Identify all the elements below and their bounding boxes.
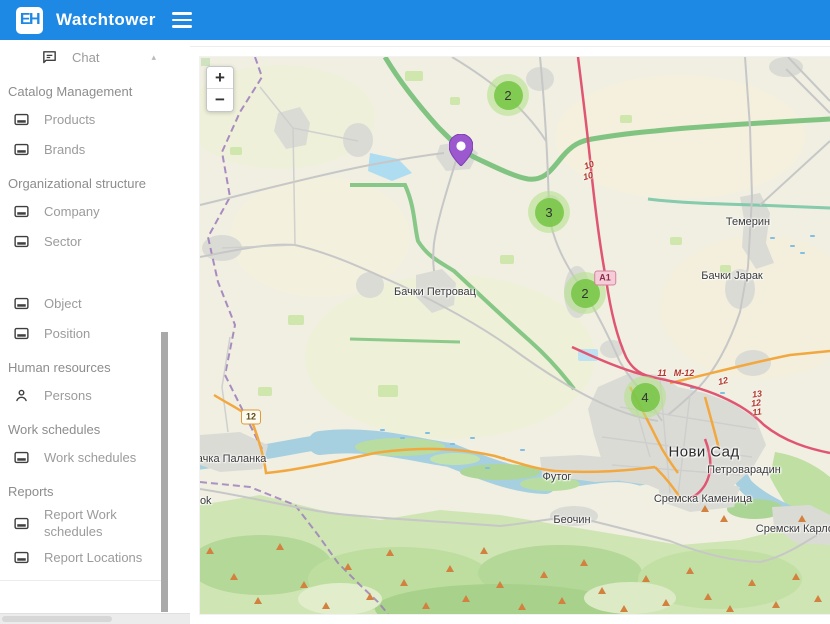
cluster-count: 3 [535, 198, 564, 227]
zoom-out-button[interactable]: − [207, 89, 233, 111]
sidebar-item-label: Work schedules [44, 449, 136, 466]
card-icon [12, 202, 30, 220]
card-icon [12, 140, 30, 158]
map-place-label: Темерин [726, 216, 770, 228]
map-place-label: Беочин [553, 514, 590, 526]
collapse-caret-icon: ▴ [151, 52, 156, 63]
sidebar-item-label: Report Locations [44, 549, 142, 566]
sidebar-item-sector[interactable]: Sector [0, 226, 190, 256]
sidebar-item-label: Object [44, 295, 82, 312]
sidebar-divider [0, 580, 168, 581]
sidebar-item-object[interactable]: Object [0, 288, 190, 318]
card-icon [12, 110, 30, 128]
map-place-label: Сремски Карловци [756, 523, 830, 535]
sidebar-item-label: Chat [72, 49, 99, 66]
cluster-count: 2 [494, 81, 523, 110]
sidebar-item-products[interactable]: Products [0, 104, 190, 134]
map-place-label: Ilok [200, 495, 212, 507]
sidebar-item-company[interactable]: Company [0, 196, 190, 226]
content-divider [190, 46, 830, 47]
sidebar-section-header: Organizational structure [0, 170, 190, 196]
chat-icon [40, 48, 58, 66]
sidebar-item-label: Sector [44, 233, 82, 250]
map-zoom-control: + − [206, 66, 234, 112]
road-number-label: 10 [582, 170, 594, 182]
sidebar-item-brands[interactable]: Brands [0, 134, 190, 164]
map-container[interactable]: 2324Бачки ПетровацТемеринБачки ЈаракНови… [200, 57, 830, 614]
location-pin[interactable] [449, 134, 473, 166]
card-icon [12, 514, 30, 532]
hamburger-menu-icon[interactable] [172, 12, 192, 28]
cluster-marker[interactable]: 2 [487, 74, 529, 116]
road-shield: 12 [241, 410, 261, 425]
map-place-label: Бачки Јарак [701, 270, 763, 282]
road-number-label: 12 [717, 375, 729, 387]
card-icon [12, 324, 30, 342]
sidebar-item-label: Brands [44, 141, 85, 158]
zoom-in-button[interactable]: + [207, 67, 233, 89]
map-place-label: Бачки Петровац [394, 286, 476, 298]
sidebar-spacer [0, 262, 190, 288]
road-number-label: 11 [657, 368, 666, 378]
cluster-marker[interactable]: 3 [528, 191, 570, 233]
road-number-label: 11 [752, 406, 763, 417]
app-header: EH Watchtower [0, 0, 830, 40]
sidebar-item-label: Position [44, 325, 90, 342]
card-icon [12, 232, 30, 250]
sidebar-section: Catalog Management Products Brands [0, 78, 190, 164]
map-place-label: Бачка Паланка [200, 453, 266, 465]
app-title: Watchtower [56, 10, 156, 30]
map-place-label: Нови Сад [669, 444, 740, 461]
card-icon [12, 448, 30, 466]
sidebar-horizontal-scrollbar[interactable] [0, 613, 190, 624]
sidebar-section: Organizational structure Company Sector [0, 170, 190, 256]
sidebar-item-label: Products [44, 111, 95, 128]
sidebar-vertical-scrollbar[interactable] [161, 332, 168, 612]
road-shield: A1 [594, 271, 616, 286]
card-icon [12, 548, 30, 566]
sidebar-item-chat[interactable]: Chat ▴ [0, 42, 190, 72]
map-overlays: 2324Бачки ПетровацТемеринБачки ЈаракНови… [200, 57, 830, 614]
sidebar-item-label: Persons [44, 387, 92, 404]
map-place-label: Футог [543, 471, 572, 483]
map-place-label: Петроварадин [707, 464, 781, 476]
sidebar: Chat ▴ Catalog Management Products Brands Org… [0, 40, 190, 613]
card-icon [12, 294, 30, 312]
sidebar-item-label: Report Work schedules [44, 506, 156, 540]
cluster-marker[interactable]: 4 [624, 376, 666, 418]
sidebar-horizontal-scrollbar-thumb[interactable] [2, 616, 112, 622]
map-place-label: Сремска Каменица [654, 493, 752, 505]
road-number-label: M-12 [674, 368, 695, 378]
sidebar-section-header: Catalog Management [0, 78, 190, 104]
app-logo: EH [16, 7, 43, 34]
person-icon [12, 386, 30, 404]
sidebar-item-label: Company [44, 203, 100, 220]
cluster-count: 4 [631, 383, 660, 412]
sidebar-section: Chat ▴ [0, 42, 190, 72]
